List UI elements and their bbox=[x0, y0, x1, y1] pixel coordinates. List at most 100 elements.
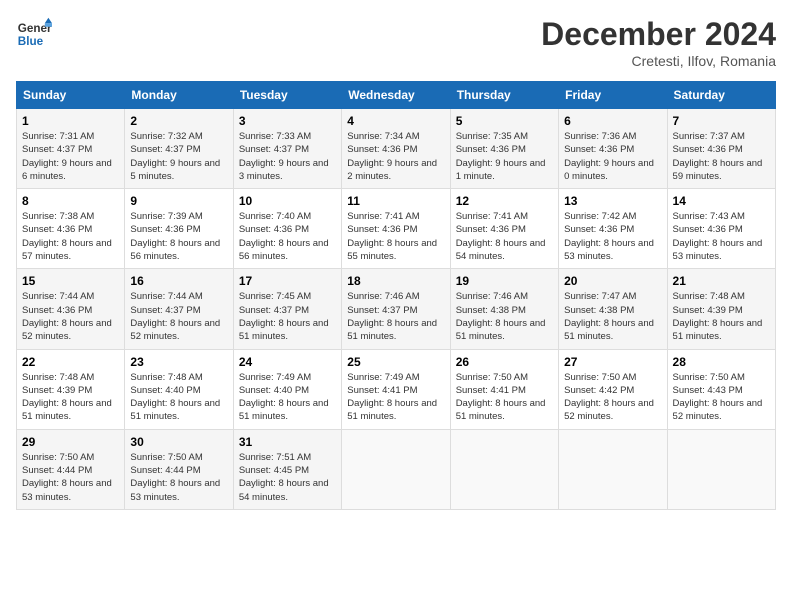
col-tuesday: Tuesday bbox=[233, 82, 341, 109]
table-cell: 3 Sunrise: 7:33 AMSunset: 4:37 PMDayligh… bbox=[233, 109, 341, 189]
cell-info: Sunrise: 7:48 AMSunset: 4:39 PMDaylight:… bbox=[22, 372, 112, 423]
cell-info: Sunrise: 7:32 AMSunset: 4:37 PMDaylight:… bbox=[130, 131, 220, 182]
day-number: 20 bbox=[564, 274, 661, 288]
table-cell: 12 Sunrise: 7:41 AMSunset: 4:36 PMDaylig… bbox=[450, 189, 558, 269]
table-cell: 30 Sunrise: 7:50 AMSunset: 4:44 PMDaylig… bbox=[125, 429, 233, 509]
table-cell: 19 Sunrise: 7:46 AMSunset: 4:38 PMDaylig… bbox=[450, 269, 558, 349]
day-number: 2 bbox=[130, 114, 227, 128]
table-cell: 17 Sunrise: 7:45 AMSunset: 4:37 PMDaylig… bbox=[233, 269, 341, 349]
day-number: 22 bbox=[22, 355, 119, 369]
calendar-table: Sunday Monday Tuesday Wednesday Thursday… bbox=[16, 81, 776, 510]
day-number: 8 bbox=[22, 194, 119, 208]
table-cell: 22 Sunrise: 7:48 AMSunset: 4:39 PMDaylig… bbox=[17, 349, 125, 429]
day-number: 4 bbox=[347, 114, 444, 128]
day-number: 21 bbox=[673, 274, 770, 288]
cell-info: Sunrise: 7:40 AMSunset: 4:36 PMDaylight:… bbox=[239, 211, 329, 262]
table-cell: 23 Sunrise: 7:48 AMSunset: 4:40 PMDaylig… bbox=[125, 349, 233, 429]
day-number: 15 bbox=[22, 274, 119, 288]
table-cell: 14 Sunrise: 7:43 AMSunset: 4:36 PMDaylig… bbox=[667, 189, 775, 269]
logo-icon: General Blue bbox=[16, 16, 52, 52]
table-cell: 16 Sunrise: 7:44 AMSunset: 4:37 PMDaylig… bbox=[125, 269, 233, 349]
day-number: 12 bbox=[456, 194, 553, 208]
calendar-header-row: Sunday Monday Tuesday Wednesday Thursday… bbox=[17, 82, 776, 109]
day-number: 26 bbox=[456, 355, 553, 369]
cell-info: Sunrise: 7:50 AMSunset: 4:42 PMDaylight:… bbox=[564, 372, 654, 423]
day-number: 25 bbox=[347, 355, 444, 369]
col-wednesday: Wednesday bbox=[342, 82, 450, 109]
table-cell: 13 Sunrise: 7:42 AMSunset: 4:36 PMDaylig… bbox=[559, 189, 667, 269]
day-number: 16 bbox=[130, 274, 227, 288]
day-number: 30 bbox=[130, 435, 227, 449]
day-number: 3 bbox=[239, 114, 336, 128]
cell-info: Sunrise: 7:34 AMSunset: 4:36 PMDaylight:… bbox=[347, 131, 437, 182]
day-number: 29 bbox=[22, 435, 119, 449]
table-cell: 27 Sunrise: 7:50 AMSunset: 4:42 PMDaylig… bbox=[559, 349, 667, 429]
table-cell: 15 Sunrise: 7:44 AMSunset: 4:36 PMDaylig… bbox=[17, 269, 125, 349]
table-cell bbox=[559, 429, 667, 509]
cell-info: Sunrise: 7:48 AMSunset: 4:39 PMDaylight:… bbox=[673, 291, 763, 342]
table-cell: 26 Sunrise: 7:50 AMSunset: 4:41 PMDaylig… bbox=[450, 349, 558, 429]
cell-info: Sunrise: 7:43 AMSunset: 4:36 PMDaylight:… bbox=[673, 211, 763, 262]
day-number: 31 bbox=[239, 435, 336, 449]
day-number: 13 bbox=[564, 194, 661, 208]
cell-info: Sunrise: 7:50 AMSunset: 4:41 PMDaylight:… bbox=[456, 372, 546, 423]
day-number: 14 bbox=[673, 194, 770, 208]
col-sunday: Sunday bbox=[17, 82, 125, 109]
day-number: 7 bbox=[673, 114, 770, 128]
table-cell: 18 Sunrise: 7:46 AMSunset: 4:37 PMDaylig… bbox=[342, 269, 450, 349]
table-cell: 28 Sunrise: 7:50 AMSunset: 4:43 PMDaylig… bbox=[667, 349, 775, 429]
day-number: 27 bbox=[564, 355, 661, 369]
cell-info: Sunrise: 7:39 AMSunset: 4:36 PMDaylight:… bbox=[130, 211, 220, 262]
cell-info: Sunrise: 7:41 AMSunset: 4:36 PMDaylight:… bbox=[456, 211, 546, 262]
table-cell: 8 Sunrise: 7:38 AMSunset: 4:36 PMDayligh… bbox=[17, 189, 125, 269]
cell-info: Sunrise: 7:35 AMSunset: 4:36 PMDaylight:… bbox=[456, 131, 546, 182]
cell-info: Sunrise: 7:46 AMSunset: 4:38 PMDaylight:… bbox=[456, 291, 546, 342]
cell-info: Sunrise: 7:36 AMSunset: 4:36 PMDaylight:… bbox=[564, 131, 654, 182]
day-number: 19 bbox=[456, 274, 553, 288]
calendar-week-3: 15 Sunrise: 7:44 AMSunset: 4:36 PMDaylig… bbox=[17, 269, 776, 349]
cell-info: Sunrise: 7:50 AMSunset: 4:44 PMDaylight:… bbox=[22, 452, 112, 503]
day-number: 17 bbox=[239, 274, 336, 288]
cell-info: Sunrise: 7:41 AMSunset: 4:36 PMDaylight:… bbox=[347, 211, 437, 262]
table-cell bbox=[450, 429, 558, 509]
day-number: 11 bbox=[347, 194, 444, 208]
day-number: 5 bbox=[456, 114, 553, 128]
day-number: 23 bbox=[130, 355, 227, 369]
cell-info: Sunrise: 7:46 AMSunset: 4:37 PMDaylight:… bbox=[347, 291, 437, 342]
cell-info: Sunrise: 7:45 AMSunset: 4:37 PMDaylight:… bbox=[239, 291, 329, 342]
cell-info: Sunrise: 7:44 AMSunset: 4:36 PMDaylight:… bbox=[22, 291, 112, 342]
col-saturday: Saturday bbox=[667, 82, 775, 109]
table-cell: 31 Sunrise: 7:51 AMSunset: 4:45 PMDaylig… bbox=[233, 429, 341, 509]
table-cell: 4 Sunrise: 7:34 AMSunset: 4:36 PMDayligh… bbox=[342, 109, 450, 189]
table-cell: 7 Sunrise: 7:37 AMSunset: 4:36 PMDayligh… bbox=[667, 109, 775, 189]
cell-info: Sunrise: 7:47 AMSunset: 4:38 PMDaylight:… bbox=[564, 291, 654, 342]
table-cell: 21 Sunrise: 7:48 AMSunset: 4:39 PMDaylig… bbox=[667, 269, 775, 349]
calendar-week-1: 1 Sunrise: 7:31 AMSunset: 4:37 PMDayligh… bbox=[17, 109, 776, 189]
col-friday: Friday bbox=[559, 82, 667, 109]
day-number: 18 bbox=[347, 274, 444, 288]
day-number: 28 bbox=[673, 355, 770, 369]
cell-info: Sunrise: 7:44 AMSunset: 4:37 PMDaylight:… bbox=[130, 291, 220, 342]
table-cell: 1 Sunrise: 7:31 AMSunset: 4:37 PMDayligh… bbox=[17, 109, 125, 189]
cell-info: Sunrise: 7:38 AMSunset: 4:36 PMDaylight:… bbox=[22, 211, 112, 262]
cell-info: Sunrise: 7:50 AMSunset: 4:44 PMDaylight:… bbox=[130, 452, 220, 503]
day-number: 10 bbox=[239, 194, 336, 208]
table-cell: 11 Sunrise: 7:41 AMSunset: 4:36 PMDaylig… bbox=[342, 189, 450, 269]
day-number: 6 bbox=[564, 114, 661, 128]
svg-text:Blue: Blue bbox=[18, 35, 44, 48]
table-cell: 29 Sunrise: 7:50 AMSunset: 4:44 PMDaylig… bbox=[17, 429, 125, 509]
page-header: General Blue December 2024 Cretesti, Ilf… bbox=[16, 16, 776, 69]
cell-info: Sunrise: 7:31 AMSunset: 4:37 PMDaylight:… bbox=[22, 131, 112, 182]
logo: General Blue bbox=[16, 16, 52, 52]
table-cell: 9 Sunrise: 7:39 AMSunset: 4:36 PMDayligh… bbox=[125, 189, 233, 269]
calendar-week-2: 8 Sunrise: 7:38 AMSunset: 4:36 PMDayligh… bbox=[17, 189, 776, 269]
calendar-week-5: 29 Sunrise: 7:50 AMSunset: 4:44 PMDaylig… bbox=[17, 429, 776, 509]
location-title: Cretesti, Ilfov, Romania bbox=[541, 53, 776, 69]
col-thursday: Thursday bbox=[450, 82, 558, 109]
table-cell: 25 Sunrise: 7:49 AMSunset: 4:41 PMDaylig… bbox=[342, 349, 450, 429]
cell-info: Sunrise: 7:42 AMSunset: 4:36 PMDaylight:… bbox=[564, 211, 654, 262]
month-title: December 2024 bbox=[541, 16, 776, 53]
table-cell bbox=[667, 429, 775, 509]
day-number: 9 bbox=[130, 194, 227, 208]
cell-info: Sunrise: 7:33 AMSunset: 4:37 PMDaylight:… bbox=[239, 131, 329, 182]
